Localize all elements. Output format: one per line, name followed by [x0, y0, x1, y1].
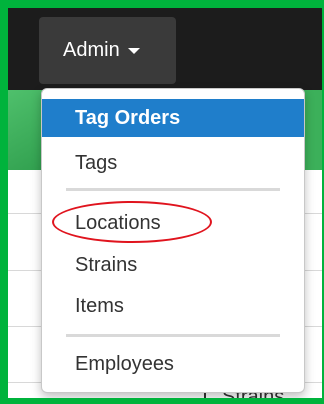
menu-divider — [66, 188, 280, 191]
menu-item-locations[interactable]: Locations — [42, 204, 304, 242]
admin-dropdown-menu: Tag Orders Tags Locations Strains Items … — [41, 88, 305, 393]
caret-down-icon — [127, 47, 140, 54]
screenshot-frame: Strains Admin Tag Orders Tags Locations … — [8, 8, 322, 398]
menu-item-strains[interactable]: Strains — [42, 246, 304, 284]
menu-item-label: Employees — [75, 352, 174, 375]
menu-item-label: Locations — [75, 211, 161, 234]
admin-button-label: Admin — [63, 39, 120, 61]
menu-item-label: Items — [75, 294, 124, 317]
menu-item-tags[interactable]: Tags — [42, 144, 304, 182]
menu-item-tag-orders[interactable]: Tag Orders — [42, 99, 304, 137]
menu-item-label: Strains — [75, 253, 138, 276]
menu-item-employees[interactable]: Employees — [42, 345, 304, 383]
menu-divider — [66, 334, 280, 337]
menu-item-label: Tag Orders — [75, 106, 181, 129]
menu-item-label: Tags — [75, 151, 118, 174]
menu-item-items[interactable]: Items — [42, 287, 304, 325]
admin-menu-button[interactable]: Admin — [39, 17, 176, 84]
